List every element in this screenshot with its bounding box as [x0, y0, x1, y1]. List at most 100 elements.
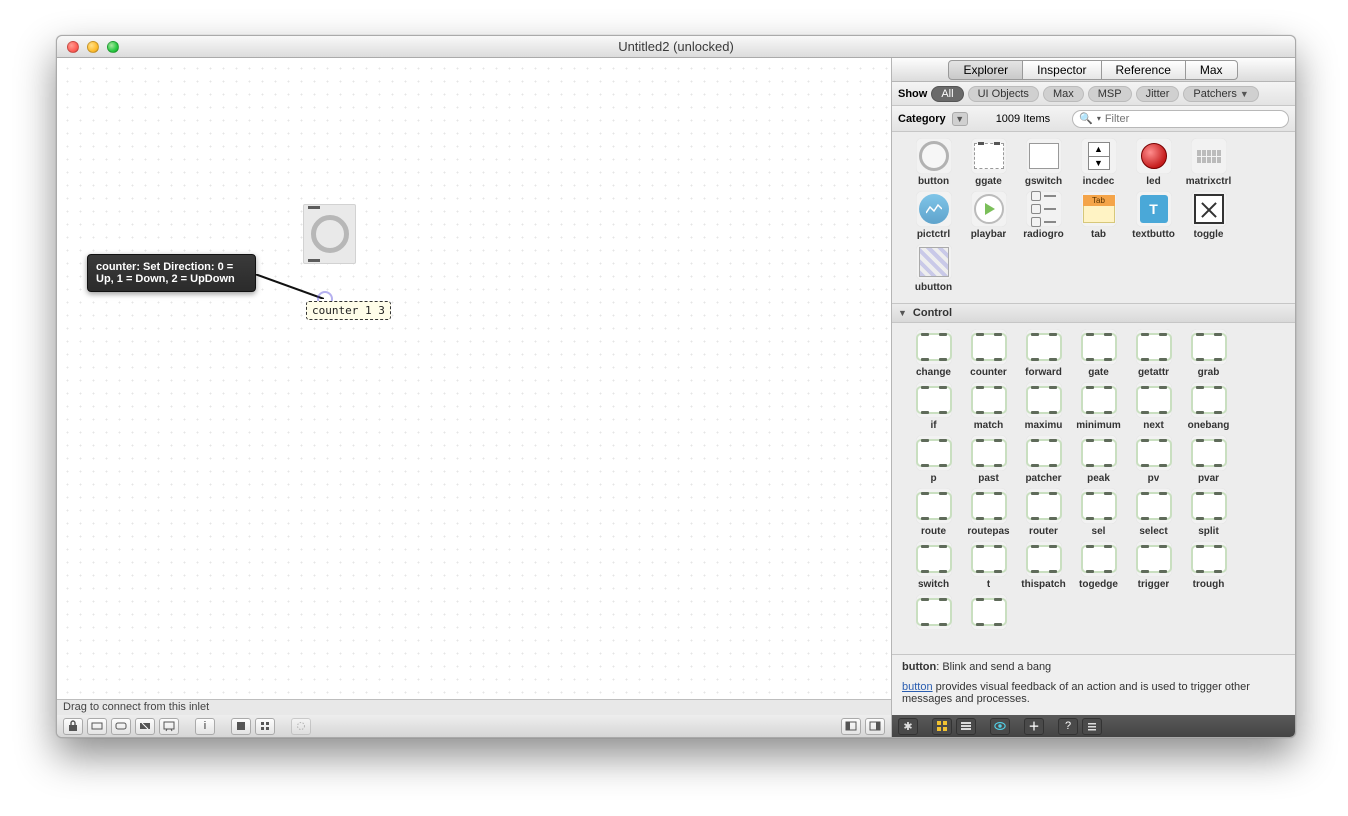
presentation-button[interactable]: [159, 718, 179, 735]
palette-item-t[interactable]: t: [961, 541, 1016, 590]
palette-item-togedge[interactable]: togedge: [1071, 541, 1126, 590]
info-object-name: button: [902, 661, 936, 673]
palette-item-minimum[interactable]: minimum: [1071, 382, 1126, 431]
palette-item-peak[interactable]: peak: [1071, 435, 1126, 484]
tab-max[interactable]: Max: [1185, 60, 1238, 80]
palette-item-counter[interactable]: counter: [961, 329, 1016, 378]
category-dropdown[interactable]: ▼: [952, 112, 968, 126]
sidebar-left-button[interactable]: [841, 718, 861, 735]
tab-reference[interactable]: Reference: [1101, 60, 1186, 80]
palette-item-button[interactable]: button: [906, 138, 961, 187]
inspector-button[interactable]: i: [195, 718, 215, 735]
palette-item-led[interactable]: led: [1126, 138, 1181, 187]
zoom-button[interactable]: [231, 718, 251, 735]
list-view-button[interactable]: [956, 718, 976, 735]
palette-item-split[interactable]: split: [1181, 488, 1236, 537]
info-doc-link[interactable]: button: [902, 681, 933, 693]
lock-button[interactable]: [63, 718, 83, 735]
palette-item-match[interactable]: match: [961, 382, 1016, 431]
filter-jitter[interactable]: Jitter: [1136, 86, 1180, 102]
new-comment-button[interactable]: [135, 718, 155, 735]
tab-inspector[interactable]: Inspector: [1022, 60, 1101, 80]
menu-button[interactable]: [1082, 718, 1102, 735]
palette-item-patcher[interactable]: patcher: [1016, 435, 1071, 484]
dial-object[interactable]: [303, 204, 356, 264]
palette-item-label: grab: [1198, 367, 1220, 378]
palette-item-ggate[interactable]: ggate: [961, 138, 1016, 187]
new-message-button[interactable]: [111, 718, 131, 735]
object-box-icon: [916, 598, 952, 626]
palette-item-playbar[interactable]: playbar: [961, 191, 1016, 240]
window-body: counter: Set Direction: 0 = Up, 1 = Down…: [57, 58, 1295, 737]
patcher-canvas[interactable]: counter: Set Direction: 0 = Up, 1 = Down…: [57, 58, 891, 699]
filter-all[interactable]: All: [931, 86, 963, 102]
dial-inlet[interactable]: [308, 206, 320, 209]
search-field[interactable]: 🔍 ▾: [1072, 110, 1289, 128]
grid-button[interactable]: [255, 718, 275, 735]
palette-item-grab[interactable]: grab: [1181, 329, 1236, 378]
eye-button[interactable]: [990, 718, 1010, 735]
palette-item-sel[interactable]: sel: [1071, 488, 1126, 537]
filter-msp[interactable]: MSP: [1088, 86, 1132, 102]
new-object-button[interactable]: [87, 718, 107, 735]
add-button[interactable]: ＋: [1024, 718, 1044, 735]
palette-item-past[interactable]: past: [961, 435, 1016, 484]
pictctrl-icon: [919, 194, 949, 224]
palette-item-textbutton[interactable]: Ttextbutto: [1126, 191, 1181, 240]
palette-item-if[interactable]: if: [906, 382, 961, 431]
palette-item-label: split: [1198, 526, 1219, 537]
filter-ui-objects[interactable]: UI Objects: [968, 86, 1039, 102]
palette-item-forward[interactable]: forward: [1016, 329, 1071, 378]
palette-item-thispatch[interactable]: thispatch: [1016, 541, 1071, 590]
palette-item-pvar[interactable]: pvar: [1181, 435, 1236, 484]
chevron-down-icon: ▼: [955, 114, 964, 124]
palette-item-pictctrl[interactable]: pictctrl: [906, 191, 961, 240]
palette-item-trigger[interactable]: trigger: [1126, 541, 1181, 590]
grid-view-button[interactable]: [932, 718, 952, 735]
panel-body[interactable]: button ggate gswitch ▲▼incdec led matrix…: [892, 132, 1295, 654]
help-button[interactable]: ?: [1058, 718, 1078, 735]
palette-item-getattr[interactable]: getattr: [1126, 329, 1181, 378]
palette-item-change[interactable]: change: [906, 329, 961, 378]
palette-item-toggle[interactable]: toggle: [1181, 191, 1236, 240]
palette-item-onebang[interactable]: onebang: [1181, 382, 1236, 431]
palette-item-select[interactable]: select: [1126, 488, 1181, 537]
window-title: Untitled2 (unlocked): [57, 39, 1295, 54]
palette-item-gate[interactable]: gate: [1071, 329, 1126, 378]
settings-gear-button[interactable]: ✱: [898, 718, 918, 735]
palette-item-router[interactable]: router: [1016, 488, 1071, 537]
counter-object-box[interactable]: counter 1 3: [306, 301, 391, 320]
palette-item-ctrl-30[interactable]: [906, 594, 961, 632]
palette-item-ctrl-31[interactable]: [961, 594, 1016, 632]
titlebar: Untitled2 (unlocked): [57, 36, 1295, 58]
palette-item-maximu[interactable]: maximu: [1016, 382, 1071, 431]
palette-item-label: next: [1143, 420, 1164, 431]
tab-explorer[interactable]: Explorer: [948, 60, 1023, 80]
palette-item-pv[interactable]: pv: [1126, 435, 1181, 484]
palette-item-radiogroup[interactable]: radiogro: [1016, 191, 1071, 240]
filter-patchers[interactable]: Patchers ▼: [1183, 86, 1258, 102]
palette-item-gswitch[interactable]: gswitch: [1016, 138, 1071, 187]
palette-item-label: forward: [1025, 367, 1062, 378]
palette-item-label: change: [916, 367, 951, 378]
palette-item-tab[interactable]: tab: [1071, 191, 1126, 240]
palette-item-matrixctrl[interactable]: matrixctrl: [1181, 138, 1236, 187]
palette-item-ubutton[interactable]: ubutton: [906, 244, 961, 293]
palette-item-p[interactable]: p: [906, 435, 961, 484]
sidebar-right-button[interactable]: [865, 718, 885, 735]
object-box-icon: [1026, 492, 1062, 520]
palette-item-label: togedge: [1079, 579, 1118, 590]
control-section-header[interactable]: ▼ Control: [892, 303, 1295, 323]
palette-item-next[interactable]: next: [1126, 382, 1181, 431]
palette-item-trough[interactable]: trough: [1181, 541, 1236, 590]
palette-item-route[interactable]: route: [906, 488, 961, 537]
palette-item-switch[interactable]: switch: [906, 541, 961, 590]
filter-max[interactable]: Max: [1043, 86, 1084, 102]
search-input[interactable]: [1105, 113, 1282, 125]
palette-item-incdec[interactable]: ▲▼incdec: [1071, 138, 1126, 187]
dial-outlet[interactable]: [308, 259, 320, 262]
palette-item-routepas[interactable]: routepas: [961, 488, 1016, 537]
playbar-icon: [974, 194, 1004, 224]
ubutton-icon: [919, 247, 949, 277]
debug-button[interactable]: [291, 718, 311, 735]
